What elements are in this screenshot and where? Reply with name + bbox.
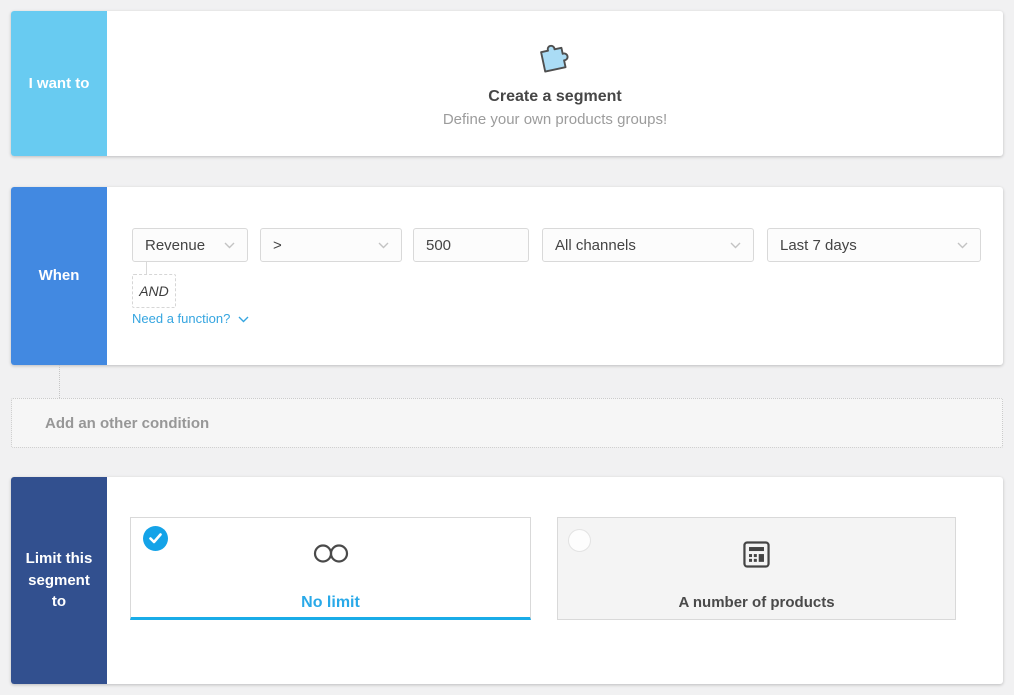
chevron-down-icon — [957, 242, 968, 249]
chevron-down-icon — [238, 311, 249, 326]
when-section: When Revenue > All channels Last 7 days … — [11, 187, 1003, 365]
infinity-icon — [311, 542, 351, 570]
no-limit-title: No limit — [301, 594, 360, 612]
need-function-label: Need a function? — [132, 311, 230, 326]
number-of-products-title: A number of products — [678, 594, 834, 611]
chevron-down-icon — [730, 242, 741, 249]
chevron-down-icon — [224, 242, 235, 249]
when-label: When — [11, 187, 107, 365]
period-select[interactable]: Last 7 days — [767, 228, 981, 262]
channel-select-value: All channels — [555, 237, 722, 254]
checkmark-icon — [143, 526, 168, 551]
value-field-wrap — [413, 228, 529, 262]
limit-option-no-limit[interactable]: No limit — [130, 517, 531, 620]
operator-select-value: > — [273, 237, 370, 254]
period-select-value: Last 7 days — [780, 237, 949, 254]
section-connector-dotted-line — [59, 365, 60, 398]
calculator-icon — [742, 540, 771, 574]
want-to-section: I want to Create a segment Define your o… — [11, 11, 1003, 156]
channel-select[interactable]: All channels — [542, 228, 754, 262]
segment-subtitle: Define your own products groups! — [443, 111, 667, 128]
limit-section: Limit this segment to No limit — [11, 477, 1003, 684]
metric-select-value: Revenue — [145, 237, 216, 254]
add-condition-button[interactable]: Add an other condition — [11, 398, 1003, 448]
segment-title: Create a segment — [488, 88, 621, 106]
chevron-down-icon — [378, 242, 389, 249]
want-to-label: I want to — [11, 11, 107, 156]
add-condition-label: Add an other condition — [45, 415, 209, 432]
need-function-link[interactable]: Need a function? — [132, 311, 249, 326]
operator-select[interactable]: > — [260, 228, 402, 262]
metric-select[interactable]: Revenue — [132, 228, 248, 262]
and-operator-button[interactable]: AND — [132, 274, 176, 308]
segment-type-card[interactable]: Create a segment Define your own product… — [107, 11, 1003, 156]
limit-option-number-of-products[interactable]: A number of products — [557, 517, 956, 620]
value-input[interactable] — [426, 237, 516, 254]
limit-label: Limit this segment to — [11, 477, 107, 684]
puzzle-icon — [534, 36, 575, 81]
condition-connector-line — [146, 262, 147, 274]
radio-unselected-icon — [568, 529, 591, 552]
